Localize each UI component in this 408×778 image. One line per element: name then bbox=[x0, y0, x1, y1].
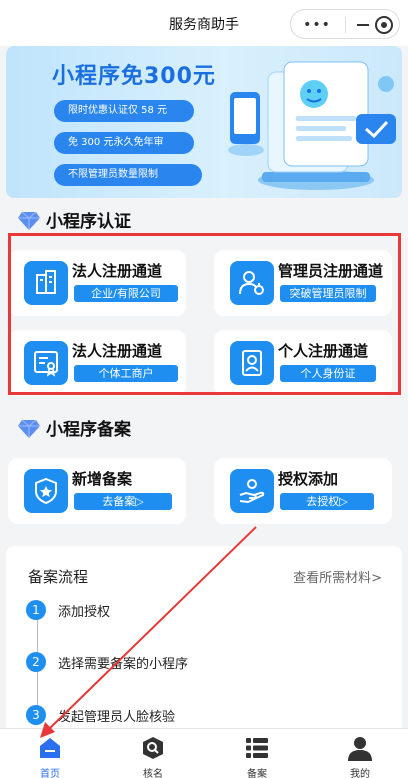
step-number: 2 bbox=[26, 652, 46, 672]
step-text: 选择需要备案的小程序 bbox=[58, 656, 189, 672]
step-number: 3 bbox=[26, 705, 46, 725]
person-icon bbox=[348, 737, 372, 761]
section-title-filing: 小程序备案 bbox=[18, 415, 131, 440]
filing-process-panel: 备案流程 查看所需材料> 1 添加授权 2 选择需要备案的小程序 3 发起管理员… bbox=[6, 546, 402, 736]
step-text: 发起管理员人脸核验 bbox=[58, 709, 176, 725]
minimize-icon[interactable] bbox=[355, 17, 371, 33]
diamond-icon bbox=[18, 419, 40, 438]
go-filing-button[interactable]: 去备案▷ bbox=[74, 493, 172, 510]
bottom-tab-bar: 首页 核名 备案 我的 bbox=[0, 728, 408, 778]
miniprogram-capsule: ••• bbox=[290, 9, 400, 39]
list-icon bbox=[246, 738, 268, 758]
banner-pill: 限时优惠认证仅 58 元 bbox=[54, 100, 194, 122]
process-step: 2 选择需要备案的小程序 bbox=[26, 652, 188, 672]
card-add-authorization[interactable]: 授权添加 去授权▷ bbox=[214, 458, 392, 524]
highlight-box bbox=[8, 233, 401, 395]
card-new-filing[interactable]: 新增备案 去备案▷ bbox=[8, 458, 186, 524]
promo-banner[interactable]: 小程序免300元 限时优惠认证仅 58 元 免 300 元永久免年审 不限管理员… bbox=[6, 46, 402, 198]
diamond-icon bbox=[18, 211, 40, 230]
banner-pill: 不限管理员数量限制 bbox=[54, 164, 202, 186]
step-text: 添加授权 bbox=[58, 604, 111, 620]
hand-auth-icon bbox=[230, 469, 274, 513]
step-number: 1 bbox=[26, 600, 46, 620]
title-bar: 服务商助手 ••• bbox=[0, 0, 408, 46]
tab-label: 首页 bbox=[40, 769, 60, 778]
banner-illustration bbox=[228, 61, 396, 190]
tab-filing[interactable]: 备案 bbox=[217, 729, 297, 778]
tab-home[interactable]: 首页 bbox=[10, 729, 90, 778]
tab-label: 我的 bbox=[350, 769, 370, 778]
process-title: 备案流程 bbox=[28, 568, 89, 586]
search-doc-icon bbox=[143, 737, 163, 759]
banner-pill: 免 300 元永久免年审 bbox=[54, 132, 194, 154]
section-title-text: 小程序认证 bbox=[46, 212, 131, 232]
process-step: 3 发起管理员人脸核验 bbox=[26, 705, 175, 725]
banner-headline: 小程序免300元 bbox=[52, 64, 216, 89]
card-title: 新增备案 bbox=[72, 470, 133, 488]
tab-label: 备案 bbox=[247, 769, 267, 778]
section-title-text: 小程序备案 bbox=[46, 420, 131, 440]
capsule-divider bbox=[345, 17, 346, 33]
tab-mine[interactable]: 我的 bbox=[320, 729, 400, 778]
tab-label: 核名 bbox=[143, 769, 163, 778]
section-title-certification: 小程序认证 bbox=[18, 207, 131, 232]
home-icon bbox=[40, 738, 60, 758]
more-menu-button[interactable]: ••• bbox=[300, 17, 334, 33]
tab-name-check[interactable]: 核名 bbox=[113, 729, 193, 778]
card-title: 授权添加 bbox=[278, 470, 339, 488]
close-target-icon[interactable] bbox=[375, 16, 393, 34]
go-authorize-button[interactable]: 去授权▷ bbox=[280, 493, 374, 510]
process-step: 1 添加授权 bbox=[26, 600, 110, 620]
shield-star-icon bbox=[24, 469, 68, 513]
view-materials-link[interactable]: 查看所需材料> bbox=[293, 567, 382, 586]
